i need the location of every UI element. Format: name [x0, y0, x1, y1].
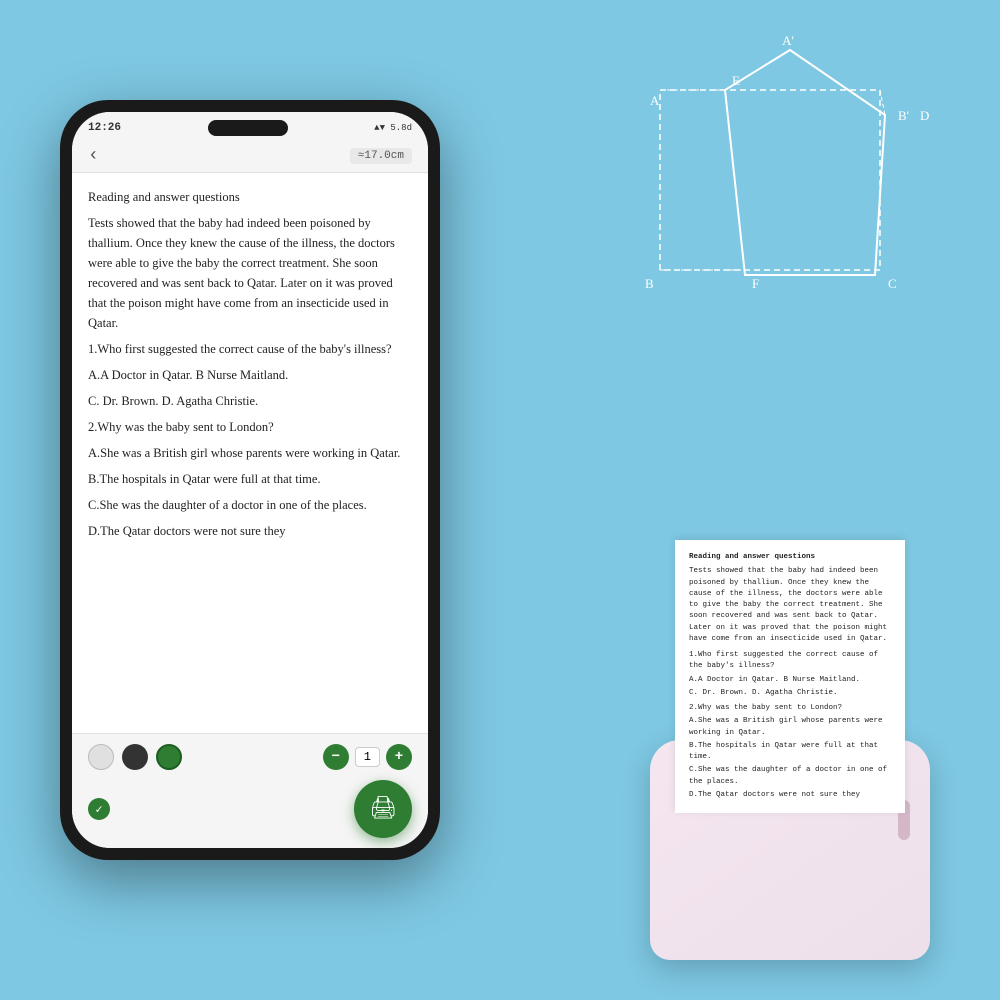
geometry-diagram: A' A B' D C B E F	[620, 30, 940, 310]
question-1a: A.A Doctor in Qatar. B Nurse Maitland.	[88, 365, 412, 385]
label-f: F	[752, 276, 759, 291]
question-1: 1.Who first suggested the correct cause …	[88, 339, 412, 359]
question-2d: D.The Qatar doctors were not sure they	[88, 521, 412, 541]
print-row: ✓ 🖨	[88, 780, 412, 838]
question-2c: C.She was the daughter of a doctor in on…	[88, 495, 412, 515]
ruler-label: ≈17.0cm	[350, 148, 412, 164]
color-dots	[88, 744, 182, 770]
phone-container: 12:26 ▲▼ 5.8d ‹ ≈17.0cm Reading and answ…	[60, 100, 440, 860]
size-value: 1	[355, 747, 380, 767]
back-button[interactable]: ‹	[88, 146, 99, 166]
phone-header: ‹ ≈17.0cm	[72, 140, 428, 173]
color-green[interactable]	[156, 744, 182, 770]
phone-status-bar: 12:26 ▲▼ 5.8d	[72, 112, 428, 140]
phone-signal: ▲▼ 5.8d	[374, 123, 412, 133]
label-d: D	[920, 108, 929, 123]
color-white[interactable]	[88, 744, 114, 770]
question-2b: B.The hospitals in Qatar were full at th…	[88, 469, 412, 489]
label-a-prime: A'	[782, 33, 794, 48]
paper-title: Reading and answer questions	[689, 552, 891, 563]
label-a: A	[650, 93, 660, 108]
check-icon[interactable]: ✓	[88, 798, 110, 820]
paper-q1b: C. Dr. Brown. D. Agatha Christie.	[689, 688, 891, 699]
printer-container: Reading and answer questions Tests showe…	[630, 540, 950, 960]
phone-screen: 12:26 ▲▼ 5.8d ‹ ≈17.0cm Reading and answ…	[72, 112, 428, 848]
paper-q2b: B.The hospitals in Qatar were full at th…	[689, 741, 891, 764]
paper-q2c: C.She was the daughter of a doctor in on…	[689, 765, 891, 788]
size-plus-button[interactable]: +	[386, 744, 412, 770]
content-passage: Tests showed that the baby had indeed be…	[88, 213, 412, 333]
size-minus-button[interactable]: −	[323, 744, 349, 770]
paper-q1a: A.A Doctor in Qatar. B Nurse Maitland.	[689, 675, 891, 686]
phone-notch	[208, 120, 288, 136]
phone-time: 12:26	[88, 122, 121, 134]
paper-q2a: A.She was a British girl whose parents w…	[689, 716, 891, 739]
phone-content: Reading and answer questions Tests showe…	[72, 173, 428, 733]
phone-bottom-bar: − 1 + ✓ 🖨	[72, 733, 428, 848]
label-c: C	[888, 276, 897, 291]
color-size-row: − 1 +	[88, 744, 412, 770]
color-dark[interactable]	[122, 744, 148, 770]
question-1b: C. Dr. Brown. D. Agatha Christie.	[88, 391, 412, 411]
phone-body: 12:26 ▲▼ 5.8d ‹ ≈17.0cm Reading and answ…	[60, 100, 440, 860]
size-control: − 1 +	[323, 744, 412, 770]
content-title: Reading and answer questions	[88, 187, 412, 207]
label-e: E	[732, 73, 740, 88]
print-button[interactable]: 🖨	[354, 780, 412, 838]
paper-q2: 2.Why was the baby sent to London?	[689, 703, 891, 714]
label-b-prime: B'	[898, 108, 909, 123]
paper-q2d: D.The Qatar doctors were not sure they	[689, 790, 891, 801]
question-2: 2.Why was the baby sent to London?	[88, 417, 412, 437]
question-2a: A.She was a British girl whose parents w…	[88, 443, 412, 463]
label-b: B	[645, 276, 654, 291]
printer-paper: Reading and answer questions Tests showe…	[675, 540, 905, 813]
paper-q1: 1.Who first suggested the correct cause …	[689, 650, 891, 673]
paper-passage: Tests showed that the baby had indeed be…	[689, 566, 891, 645]
